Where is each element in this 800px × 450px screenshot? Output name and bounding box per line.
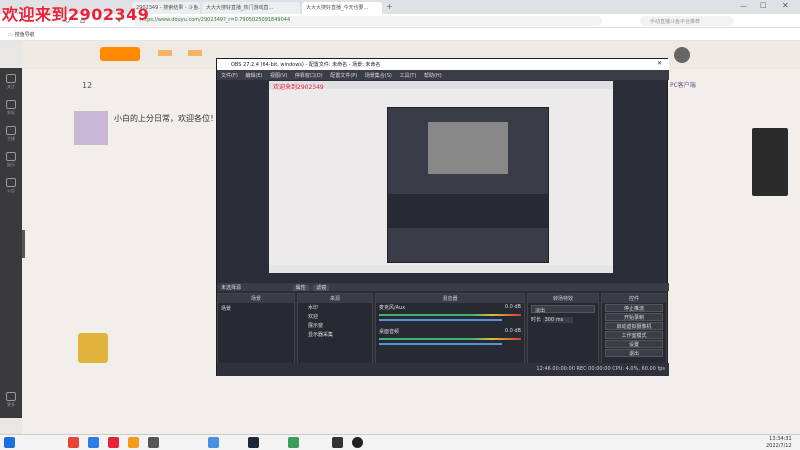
obs-preview[interactable]: 欢迎来到2902349 <box>269 81 613 273</box>
mixer-dock: 混音器 麦克风/Aux 0.0 dB 桌面音频 0.0 dB <box>375 293 525 365</box>
sidebar-item-anchor[interactable]: 主播 <box>3 124 19 146</box>
folder-icon: ▭ <box>8 32 13 38</box>
filters-button[interactable]: 滤镜 <box>313 285 330 291</box>
source-item[interactable]: 展示窗 <box>298 321 372 330</box>
bell-icon <box>6 178 16 187</box>
virtual-camera-button[interactable]: 启动虚拟摄像机 <box>605 322 663 330</box>
minimize-button[interactable]: — <box>740 2 747 10</box>
audio-meter <box>379 338 521 340</box>
heart-icon <box>6 74 16 83</box>
user-icon <box>6 126 16 135</box>
star-icon <box>6 152 16 161</box>
windows-taskbar: 13:34:31 2022/7/12 <box>0 434 800 450</box>
exit-button[interactable]: 退出 <box>605 349 663 357</box>
nested-docks <box>388 194 548 228</box>
start-icon[interactable] <box>4 437 15 448</box>
sidebar-item-ent[interactable]: 娱乐 <box>3 150 19 172</box>
preview-watermark: 欢迎来到2902349 <box>273 84 324 91</box>
obs-status-bar: 12:46 00:00:00 REC 00:00:00 CPU: 4.0%, 6… <box>217 363 669 376</box>
maximize-button[interactable]: □ <box>760 1 767 9</box>
browser-tab-active[interactable]: 大大大搜好直播_今天也要… <box>302 2 382 14</box>
mixer-channel: 桌面音频 0.0 dB <box>379 328 521 335</box>
streamer-avatar[interactable] <box>74 111 108 145</box>
stream-info-area: 12 小白的上分日常，欢迎各位！ <box>22 69 222 429</box>
nav-link[interactable] <box>188 50 202 56</box>
stream-title: 小白的上分日常，欢迎各位！ <box>114 114 218 123</box>
mixer-channel: 麦克风/Aux 0.0 dB <box>379 304 521 311</box>
more-icon <box>6 392 16 401</box>
nested-taskbar <box>269 265 613 273</box>
scenes-dock-title: 场景 <box>218 294 294 303</box>
avatar[interactable] <box>674 47 690 63</box>
app-icon[interactable] <box>332 437 343 448</box>
sidebar-item-discover[interactable]: 发现 <box>3 98 19 120</box>
gift-badge[interactable] <box>78 333 108 363</box>
close-icon[interactable]: ✕ <box>657 60 662 67</box>
search-input[interactable]: 手动直播斗鱼平台推荐 <box>640 16 734 26</box>
source-item[interactable]: 显示器采集 <box>298 330 372 339</box>
url-field[interactable]: https://www.douyu.com/2902349?_r=0.79050… <box>132 16 602 26</box>
settings-button[interactable]: 设置 <box>605 340 663 348</box>
source-item[interactable]: 水印 <box>298 303 372 312</box>
watermark-text: 欢迎来到2902349 <box>2 5 150 24</box>
sources-dock-title: 来源 <box>298 294 372 303</box>
obs-title-bar: OBS 27.2.4 (64-bit, windows) - 配置文件: 未命名… <box>217 59 669 70</box>
promo-card[interactable] <box>752 128 788 196</box>
source-item[interactable]: 欢迎 <box>298 312 372 321</box>
app-icon[interactable] <box>288 437 299 448</box>
app-icon[interactable] <box>208 437 219 448</box>
douyu-logo[interactable] <box>100 47 140 61</box>
transitions-dock: 转场特效 淡出 时长 300 ms <box>527 293 599 365</box>
nested-obs-preview <box>387 107 549 263</box>
mixer-dock-title: 混音器 <box>376 294 524 303</box>
app-icon[interactable] <box>128 437 139 448</box>
sources-dock: 来源 水印 欢迎 展示窗 显示器采集 <box>297 293 373 365</box>
browser-icon[interactable] <box>88 437 99 448</box>
start-record-button[interactable]: 开始录制 <box>605 313 663 321</box>
chrome-icon[interactable] <box>68 437 79 448</box>
stop-stream-button[interactable]: 停止推流 <box>605 304 663 312</box>
obs-window: OBS 27.2.4 (64-bit, windows) - 配置文件: 未命名… <box>216 58 669 376</box>
app-icon[interactable] <box>148 437 159 448</box>
rail-handle[interactable] <box>22 230 25 258</box>
controls-dock: 控件 停止推流 开始录制 启动虚拟摄像机 工作室模式 设置 退出 <box>601 293 667 365</box>
obs-icon[interactable] <box>352 437 363 448</box>
close-icon[interactable]: ✕ <box>782 1 789 10</box>
transition-select[interactable]: 淡出 <box>531 305 595 314</box>
no-source-label: 未选择源 <box>221 285 242 291</box>
properties-button[interactable]: 属性 <box>292 285 309 291</box>
left-sidebar: 关注 发现 主播 娱乐 公告 更多 <box>0 68 22 418</box>
app-icon[interactable] <box>108 437 119 448</box>
clock[interactable]: 13:34:31 2022/7/12 <box>766 436 792 450</box>
transitions-dock-title: 转场特效 <box>528 294 598 303</box>
nested-screen <box>428 122 508 174</box>
obs-menu-bar[interactable]: 文件(F) 编辑(E) 视图(V) 停靠窗口(D) 配置文件(P) 场景集合(S… <box>217 70 669 80</box>
follower-count: 12 <box>82 81 93 90</box>
scenes-dock: 场景 场景 <box>217 293 295 365</box>
nav-link[interactable] <box>158 50 172 56</box>
sidebar-item-notice[interactable]: 公告 <box>3 176 19 198</box>
clock-time: 13:34:31 <box>769 436 792 442</box>
pc-client-link[interactable]: PC客户端 <box>670 80 730 89</box>
sidebar-item-more[interactable]: 更多 <box>3 390 19 412</box>
steam-icon[interactable] <box>248 437 259 448</box>
audio-meter <box>379 314 521 316</box>
new-tab-button[interactable]: + <box>386 2 393 11</box>
compass-icon <box>6 100 16 109</box>
scene-item[interactable]: 场景 <box>218 303 294 314</box>
bookmark-item[interactable]: 搜鱼导航 <box>15 32 35 38</box>
clock-date: 2022/7/12 <box>766 443 792 449</box>
duration-row[interactable]: 时长 300 ms <box>528 315 598 324</box>
volume-slider[interactable] <box>379 319 502 321</box>
controls-dock-title: 控件 <box>602 294 666 303</box>
browser-tab[interactable]: 大大大搜好直播_热门游戏直… <box>202 2 300 14</box>
volume-slider[interactable] <box>379 343 502 345</box>
sidebar-item-follow[interactable]: 关注 <box>3 72 19 94</box>
source-toolbar: 未选择源 属性 滤镜 <box>217 283 669 291</box>
bookmark-bar: ▭ 搜鱼导航 <box>0 28 800 41</box>
studio-mode-button[interactable]: 工作室模式 <box>605 331 663 339</box>
